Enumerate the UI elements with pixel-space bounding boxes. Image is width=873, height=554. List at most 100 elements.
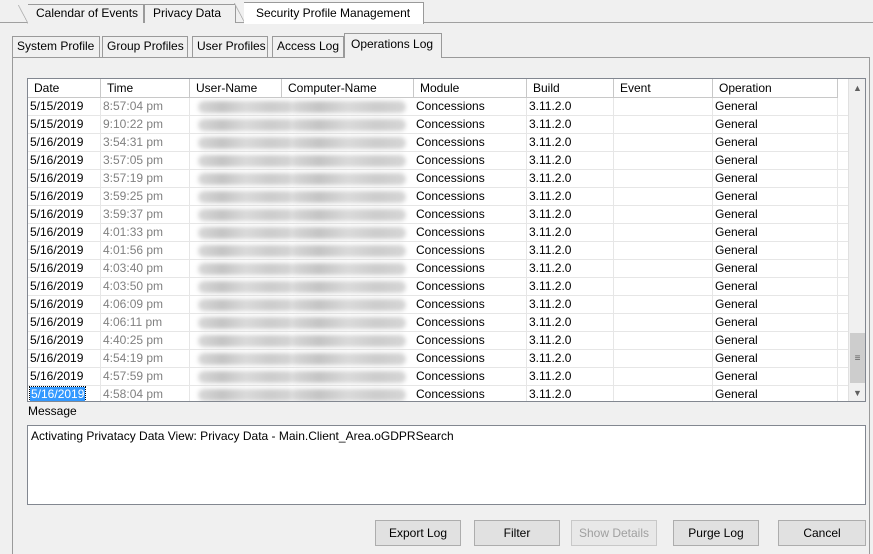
cell-text: General <box>715 369 758 383</box>
tab-group-profiles[interactable]: Group Profiles <box>102 36 188 57</box>
doc-tab-calendar-of-events[interactable]: Calendar of Events <box>18 4 144 24</box>
cell-operation: General <box>713 224 838 242</box>
table-row[interactable]: 5/16/2019 4:03:40 pm Concessions 3.11.2.0 Ge… <box>28 260 848 278</box>
cell-event <box>614 368 713 386</box>
cell-text: 3.11.2.0 <box>529 207 572 221</box>
column-header-computer-name[interactable]: Computer-Name <box>282 79 414 98</box>
cell-time: 3:54:31 pm <box>101 134 190 152</box>
doc-tab-privacy-data[interactable]: Privacy Data <box>144 4 236 23</box>
table-row[interactable]: 5/16/2019 4:54:19 pm Concessions 3.11.2.0 Ge… <box>28 350 848 368</box>
tab-operations-log[interactable]: Operations Log <box>344 33 442 58</box>
table-row[interactable]: 5/16/2019 3:57:19 pm Concessions 3.11.2.0 Ge… <box>28 170 848 188</box>
vertical-scrollbar[interactable]: ▲ ≡ ▼ <box>848 79 865 401</box>
doc-tab-security-profile-management[interactable]: Security Profile Management <box>234 2 424 24</box>
table-row[interactable]: 5/16/2019 4:40:25 pm Concessions 3.11.2.0 Ge… <box>28 332 848 350</box>
cell-build: 3.11.2.0 <box>527 116 614 134</box>
cell-text: 4:06:11 pm <box>103 315 163 329</box>
tab-label: System Profile <box>17 39 95 53</box>
table-row[interactable]: 5/16/2019 4:58:04 pm Concessions 3.11.2.0 Ge… <box>28 386 848 401</box>
cell-time: 4:06:09 pm <box>101 296 190 314</box>
column-header-build[interactable]: Build <box>527 79 614 98</box>
table-row[interactable]: 5/16/2019 4:06:09 pm Concessions 3.11.2.0 Ge… <box>28 296 848 314</box>
cell-time: 9:10:22 pm <box>101 116 190 134</box>
redacted-user-name <box>198 281 294 293</box>
redacted-computer-name <box>290 281 406 293</box>
export-log-button[interactable]: Export Log <box>375 520 461 546</box>
redacted-user-name <box>198 299 294 311</box>
cell-time: 4:01:56 pm <box>101 242 190 260</box>
cell-text: Concessions <box>416 207 485 221</box>
redacted-user-name <box>198 173 294 185</box>
redacted-user-name <box>198 101 294 113</box>
cell-time: 4:03:50 pm <box>101 278 190 296</box>
scroll-up-icon[interactable]: ▲ <box>849 79 865 96</box>
cell-time: 4:57:59 pm <box>101 368 190 386</box>
cancel-button[interactable]: Cancel <box>778 520 866 546</box>
cell-event <box>614 188 713 206</box>
column-header-event[interactable]: Event <box>614 79 713 98</box>
scroll-down-icon[interactable]: ▼ <box>849 384 865 401</box>
tab-label: User Profiles <box>197 39 266 53</box>
cell-date: 5/15/2019 <box>28 98 101 116</box>
cell-event <box>614 98 713 116</box>
cell-text: Concessions <box>416 243 485 257</box>
tab-access-log[interactable]: Access Log <box>272 36 344 57</box>
table-row[interactable]: 5/16/2019 4:01:56 pm Concessions 3.11.2.0 Ge… <box>28 242 848 260</box>
filter-button[interactable]: Filter <box>474 520 560 546</box>
cell-operation: General <box>713 206 838 224</box>
cell-module: Concessions <box>414 368 527 386</box>
table-row[interactable]: 5/16/2019 4:57:59 pm Concessions 3.11.2.0 Ge… <box>28 368 848 386</box>
cell-text: 5/15/2019 <box>30 117 84 131</box>
tab-label: Operations Log <box>351 37 434 51</box>
table-row[interactable]: 5/16/2019 3:59:37 pm Concessions 3.11.2.0 Ge… <box>28 206 848 224</box>
cell-text: 3:59:37 pm <box>103 207 164 221</box>
cell-date: 5/15/2019 <box>28 116 101 134</box>
cell-build: 3.11.2.0 <box>527 206 614 224</box>
cell-build: 3.11.2.0 <box>527 350 614 368</box>
column-header-user-name[interactable]: User-Name <box>190 79 282 98</box>
cell-text: 8:57:04 pm <box>103 99 164 113</box>
cell-text: General <box>715 117 758 131</box>
cell-event <box>614 260 713 278</box>
operations-log-grid[interactable]: Date Time User-Name Computer-Name Module… <box>27 78 866 402</box>
table-row[interactable]: 5/16/2019 3:57:05 pm Concessions 3.11.2.0 Ge… <box>28 152 848 170</box>
redacted-user-name <box>198 317 294 329</box>
cell-text: 5/16/2019 <box>30 189 84 203</box>
cell-text: 4:57:59 pm <box>103 369 164 383</box>
cell-time: 4:06:11 pm <box>101 314 190 332</box>
table-row[interactable]: 5/15/2019 9:10:22 pm Concessions 3.11.2.0 Ge… <box>28 116 848 134</box>
table-row[interactable]: 5/16/2019 3:54:31 pm Concessions 3.11.2.0 Ge… <box>28 134 848 152</box>
scroll-thumb[interactable]: ≡ <box>850 333 865 383</box>
document-tab-strip: Calendar of Events Privacy Data Security… <box>0 0 873 24</box>
table-row[interactable]: 5/16/2019 3:59:25 pm Concessions 3.11.2.0 Ge… <box>28 188 848 206</box>
column-header-time[interactable]: Time <box>101 79 190 98</box>
purge-log-button[interactable]: Purge Log <box>673 520 759 546</box>
cell-text: 4:01:33 pm <box>103 225 164 239</box>
cell-text: 5/16/2019 <box>30 279 84 293</box>
table-row[interactable]: 5/16/2019 4:03:50 pm Concessions 3.11.2.0 Ge… <box>28 278 848 296</box>
tab-system-profile[interactable]: System Profile <box>12 36 100 57</box>
cell-event <box>614 332 713 350</box>
table-row[interactable]: 5/15/2019 8:57:04 pm Concessions 3.11.2.0 Ge… <box>28 98 848 116</box>
tab-label: Group Profiles <box>107 39 184 53</box>
doc-tab-label: Calendar of Events <box>36 6 139 20</box>
cell-text: 5/16/2019 <box>30 153 84 167</box>
cell-time: 3:57:05 pm <box>101 152 190 170</box>
cell-date: 5/16/2019 <box>28 260 101 278</box>
cell-module: Concessions <box>414 188 527 206</box>
column-header-date[interactable]: Date <box>28 79 101 98</box>
redacted-computer-name <box>290 299 406 311</box>
message-textbox[interactable]: Activating Privatacy Data View: Privacy … <box>27 425 866 505</box>
table-row[interactable]: 5/16/2019 4:06:11 pm Concessions 3.11.2.0 Ge… <box>28 314 848 332</box>
cell-date: 5/16/2019 <box>28 170 101 188</box>
redacted-computer-name <box>290 317 406 329</box>
show-details-button[interactable]: Show Details <box>571 520 657 546</box>
redacted-user-name <box>198 263 294 275</box>
table-row[interactable]: 5/16/2019 4:01:33 pm Concessions 3.11.2.0 Ge… <box>28 224 848 242</box>
cell-date: 5/16/2019 <box>28 278 101 296</box>
cell-module: Concessions <box>414 170 527 188</box>
cell-event <box>614 314 713 332</box>
column-header-module[interactable]: Module <box>414 79 527 98</box>
column-header-operation[interactable]: Operation <box>713 79 838 98</box>
tab-user-profiles[interactable]: User Profiles <box>192 36 268 57</box>
